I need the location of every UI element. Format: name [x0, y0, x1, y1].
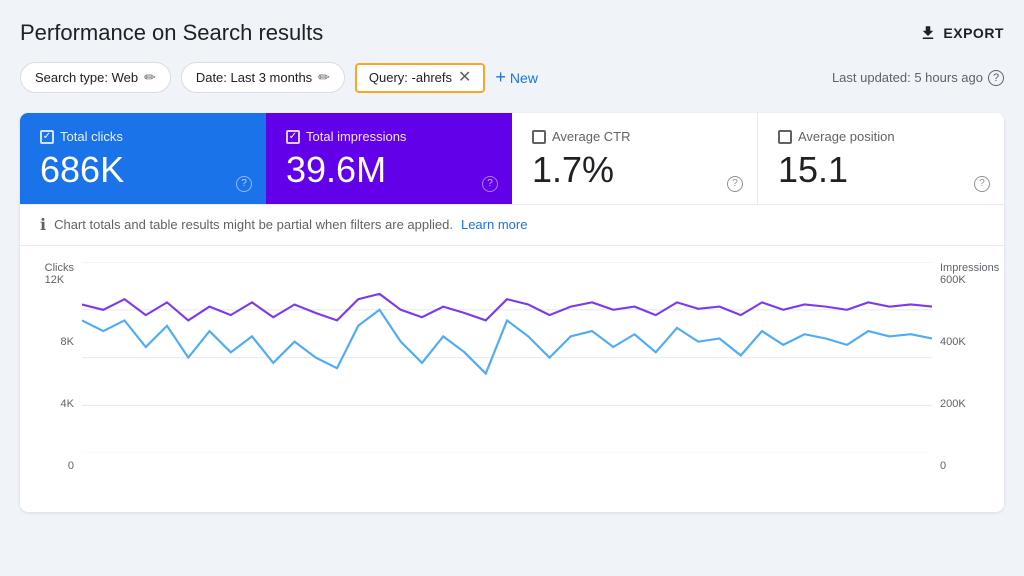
right-axis-title: Impressions [940, 262, 999, 274]
left-tick-12k: 12K [45, 274, 74, 286]
export-icon [919, 24, 937, 42]
last-updated: Last updated: 5 hours ago ? [832, 70, 1004, 86]
header: Performance on Search results EXPORT [20, 20, 1004, 46]
query-filter[interactable]: Query: -ahrefs ✕ [355, 63, 486, 93]
chart-area: Clicks 12K 8K 4K 0 Impressions 600K 400K… [20, 246, 1004, 512]
position-value: 15.1 [778, 150, 984, 190]
ctr-label-row: Average CTR [532, 129, 737, 144]
chart-svg [82, 262, 932, 453]
clicks-value: 686K [40, 150, 246, 190]
metric-impressions[interactable]: Total impressions 39.6M ? [266, 113, 512, 204]
metrics-row: Total clicks 686K ? Total impressions 39… [20, 113, 1004, 204]
impressions-line [82, 293, 932, 320]
y-axis-left: Clicks 12K 8K 4K 0 [40, 262, 80, 472]
position-label-row: Average position [778, 129, 984, 144]
clicks-line [82, 309, 932, 373]
clicks-label-row: Total clicks [40, 129, 246, 144]
ctr-help-icon[interactable]: ? [727, 176, 743, 192]
left-tick-4k: 4K [61, 398, 74, 410]
impressions-value: 39.6M [286, 150, 492, 190]
right-tick-0: 0 [940, 460, 946, 472]
learn-more-link[interactable]: Learn more [461, 217, 527, 232]
impressions-help-icon[interactable]: ? [482, 176, 498, 192]
edit-icon: ✏ [144, 69, 156, 86]
clicks-checkbox[interactable] [40, 130, 54, 144]
page-title: Performance on Search results [20, 20, 323, 46]
filter-bar: Search type: Web ✏ Date: Last 3 months ✏… [20, 62, 1004, 93]
export-button[interactable]: EXPORT [919, 24, 1004, 42]
edit-icon: ✏ [318, 69, 330, 86]
help-icon[interactable]: ? [988, 70, 1004, 86]
right-tick-400k: 400K [940, 336, 966, 348]
new-filter-button[interactable]: + New [495, 67, 538, 88]
plus-icon: + [495, 67, 506, 88]
ctr-checkbox[interactable] [532, 130, 546, 144]
close-icon[interactable]: ✕ [458, 70, 471, 86]
info-bar: ℹ Chart totals and table results might b… [20, 204, 1004, 246]
page-wrapper: Performance on Search results EXPORT Sea… [20, 20, 1004, 512]
left-tick-0: 0 [68, 460, 74, 472]
search-type-filter[interactable]: Search type: Web ✏ [20, 62, 171, 93]
left-tick-8k: 8K [61, 336, 74, 348]
date-filter[interactable]: Date: Last 3 months ✏ [181, 62, 345, 93]
y-axis-right: Impressions 600K 400K 200K 0 [934, 262, 984, 472]
impressions-checkbox[interactable] [286, 130, 300, 144]
metric-ctr[interactable]: Average CTR 1.7% ? [512, 113, 758, 204]
info-icon: ℹ [40, 215, 46, 235]
clicks-help-icon[interactable]: ? [236, 176, 252, 192]
position-help-icon[interactable]: ? [974, 176, 990, 192]
position-checkbox[interactable] [778, 130, 792, 144]
main-card: Total clicks 686K ? Total impressions 39… [20, 113, 1004, 512]
left-axis-title: Clicks [45, 262, 74, 274]
impressions-label-row: Total impressions [286, 129, 492, 144]
metric-position[interactable]: Average position 15.1 ? [758, 113, 1004, 204]
metric-clicks[interactable]: Total clicks 686K ? [20, 113, 266, 204]
right-tick-600k: 600K [940, 274, 999, 286]
right-tick-200k: 200K [940, 398, 966, 410]
ctr-value: 1.7% [532, 150, 737, 190]
